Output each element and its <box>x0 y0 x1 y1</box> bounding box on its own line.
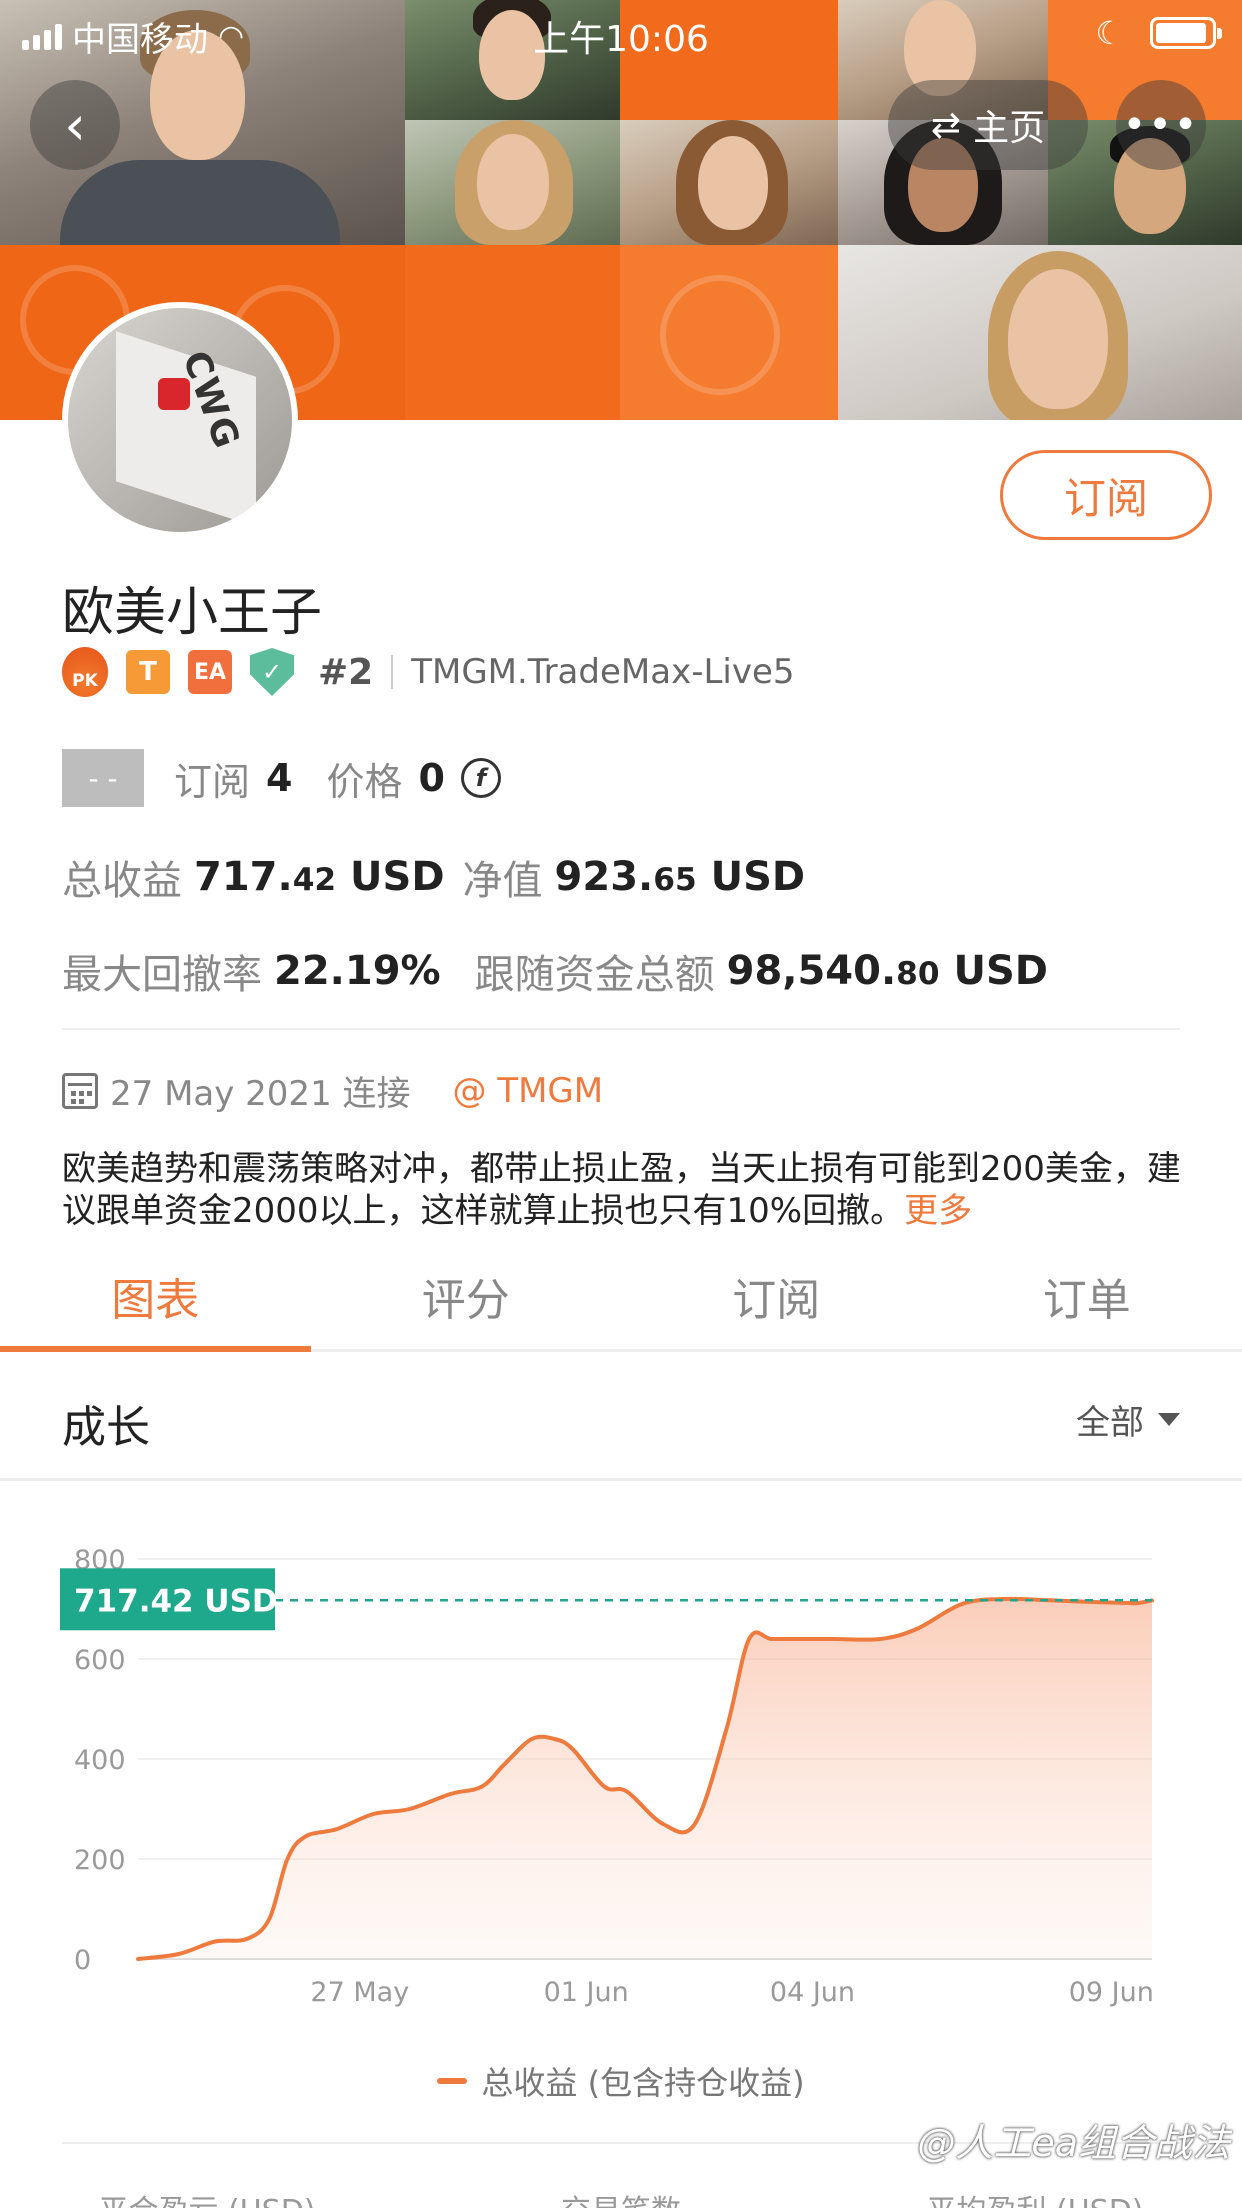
equity-label: 净值 <box>462 858 543 904</box>
tab-subscriptions[interactable]: 订阅 <box>621 1250 932 1349</box>
y-tick-label: 0 <box>74 1945 91 1976</box>
tab-chart[interactable]: 图表 <box>0 1250 311 1352</box>
equity-unit: USD <box>710 854 806 900</box>
drawdown-value: 22.19% <box>274 948 441 994</box>
price-value: 0 <box>418 756 445 800</box>
summary-labels: 平合盈亏 (USD) 交易笔数 平均盈利 (USD) <box>0 2186 1242 2208</box>
rank-label: #2 <box>318 651 374 693</box>
swap-icon: ⇄ <box>930 104 962 146</box>
series-area <box>138 1598 1152 1959</box>
subscription-row: - - 订阅 4 价格 0 f <box>62 748 501 808</box>
subscribe-count-value: 4 <box>266 756 293 800</box>
subscribe-count-label: 订阅 <box>174 759 251 804</box>
total-profit-dec: 42 <box>292 862 337 898</box>
x-axis: 27 May 01 Jun 04 Jun 09 Jun <box>310 1977 1153 2008</box>
total-profit-value: 717.42 USD <box>194 854 445 900</box>
ea-badge-icon[interactable]: EA <box>188 650 232 694</box>
avatar: CWG <box>62 302 298 538</box>
x-tick-label: 27 May <box>310 1977 409 2008</box>
banner-photo <box>620 120 838 245</box>
summary-label-trade-count: 交易笔数 <box>414 2186 828 2208</box>
x-tick-label: 04 Jun <box>770 1977 855 2008</box>
more-link[interactable]: 更多 <box>904 1191 972 1231</box>
t-badge-icon[interactable]: T <box>126 650 170 694</box>
current-value-label: 717.42 USD <box>74 1583 278 1619</box>
summary-label-closed-pnl: 平合盈亏 (USD) <box>0 2186 414 2208</box>
follow-dec: 80 <box>896 956 940 992</box>
tab-bar: 图表 评分 订阅 订单 <box>0 1250 1242 1352</box>
shield-check-icon[interactable]: ✓ <box>250 648 294 696</box>
price-label: 价格 <box>326 759 403 804</box>
equity-value: 923.65 USD <box>555 854 806 900</box>
legend-swatch <box>437 2078 468 2084</box>
broker-link[interactable]: @ TMGM <box>453 1071 604 1111</box>
chart-legend: 总收益 (包含持仓收益) <box>0 2058 1242 2104</box>
x-tick-label: 01 Jun <box>544 1977 629 2008</box>
growth-chart: 0200400600800 27 May 01 Jun 04 Jun 09 Jun 7… <box>60 1545 1154 2008</box>
calendar-icon <box>62 1072 98 1109</box>
banner-photo <box>838 245 1242 420</box>
total-profit-unit: USD <box>350 854 445 900</box>
subscribe-button[interactable]: 订阅 <box>1000 450 1212 540</box>
drawdown-label: 最大回撤率 <box>62 952 262 998</box>
battery-icon <box>1150 17 1222 49</box>
page-title: 欧美小王子 <box>62 583 323 643</box>
badge-row: PK T EA ✓ #2 TMGM.TradeMax-Live5 <box>62 644 795 700</box>
drawdown-row: 最大回撤率 22.19% 跟随资金总额 98,540.80 USD <box>62 942 1048 1000</box>
total-profit-int: 717. <box>194 854 293 900</box>
connect-date: 27 May 2021 连接 <box>110 1074 411 1114</box>
coin-icon: f <box>460 758 501 798</box>
chevron-left-icon: ‹ <box>64 93 86 157</box>
pk-flame-icon[interactable]: PK <box>62 647 108 697</box>
follow-funds-value: 98,540.80 USD <box>727 948 1048 994</box>
watermark: @人工ea组合战法 <box>917 2121 1230 2165</box>
growth-section-header: 成长 全部 <box>0 1355 1242 1481</box>
total-profit-label: 总收益 <box>62 858 182 904</box>
follow-unit: USD <box>953 948 1049 994</box>
legend-label: 总收益 (包含持仓收益) <box>481 2064 805 2102</box>
placeholder-box: - - <box>62 749 144 807</box>
clock: 上午10:06 <box>533 19 709 60</box>
divider <box>62 1028 1180 1030</box>
banner-photo <box>405 120 620 245</box>
banner-pattern <box>620 245 838 420</box>
home-button[interactable]: ⇄ 主页 <box>888 80 1088 170</box>
x-tick-label: 09 Jun <box>1069 1977 1154 2008</box>
range-filter-dropdown[interactable]: 全部 <box>1076 1395 1180 1444</box>
more-icon: ••• <box>1122 102 1200 148</box>
y-tick-label: 200 <box>74 1845 126 1876</box>
equity-int: 923. <box>554 854 654 900</box>
status-bar: 中国移动 ◠ 上午10:06 ☾ <box>0 0 1242 62</box>
follow-funds-label: 跟随资金总额 <box>474 952 715 998</box>
connect-row: 27 May 2021 连接 @ TMGM <box>62 1066 603 1115</box>
tab-orders[interactable]: 订单 <box>932 1250 1242 1349</box>
back-button[interactable]: ‹ <box>30 80 120 170</box>
strategy-description: 欧美趋势和震荡策略对冲，都带止损止盈，当天止损有可能到200美金，建议跟单资金2… <box>62 1148 1192 1232</box>
banner-pattern <box>405 245 620 420</box>
follow-int: 98,540. <box>726 948 897 994</box>
description-text: 欧美趋势和震荡策略对冲，都带止损止盈，当天止损有可能到200美金，建议跟单资金2… <box>62 1149 1181 1231</box>
moon-icon: ☾ <box>1095 14 1124 52</box>
divider <box>391 655 394 689</box>
more-button[interactable]: ••• <box>1116 80 1206 170</box>
summary-label-avg-profit: 平均盈利 (USD) <box>828 2186 1242 2208</box>
tab-rating[interactable]: 评分 <box>311 1250 622 1349</box>
caret-down-icon <box>1158 1413 1180 1426</box>
y-tick-label: 400 <box>74 1745 126 1776</box>
server-name: TMGM.TradeMax-Live5 <box>411 652 795 692</box>
section-title: 成长 <box>62 1402 150 1453</box>
y-tick-label: 600 <box>74 1645 126 1676</box>
equity-dec: 65 <box>653 862 697 898</box>
profit-row: 总收益 717.42 USD 净值 923.65 USD <box>62 848 805 906</box>
range-filter-label: 全部 <box>1076 1403 1144 1443</box>
home-button-label: 主页 <box>973 108 1046 149</box>
